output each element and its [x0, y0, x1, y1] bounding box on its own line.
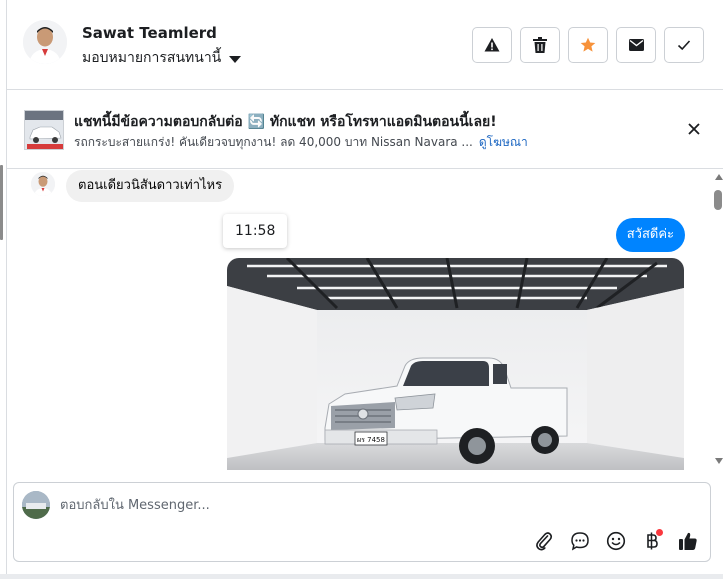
caret-down-icon — [229, 55, 242, 63]
check-icon — [677, 40, 691, 51]
license-plate-text: ผร 7458 — [357, 436, 385, 444]
assign-label: มอบหมายการสนทนานี้ — [82, 50, 222, 66]
scroll-down-arrow-icon[interactable] — [715, 458, 723, 464]
saved-replies-button[interactable] — [568, 529, 592, 553]
contact-avatar[interactable] — [23, 20, 67, 64]
bottom-edge — [0, 574, 723, 579]
thumbs-up-icon — [679, 532, 697, 550]
attach-button[interactable] — [532, 529, 556, 553]
payment-request-button[interactable] — [640, 529, 664, 553]
ad-banner-description: รถกระบะสายแกร่ง! คันเดียวจบทุกงาน! ลด 40… — [74, 135, 473, 149]
scroll-up-arrow-icon[interactable] — [715, 174, 723, 180]
composer-tools — [532, 529, 700, 553]
vehicle-photo-attachment[interactable]: ผร 7458 — [227, 258, 684, 470]
mark-unread-button[interactable] — [616, 27, 656, 63]
ad-banner-title: แชทนี้มีข้อความตอบกลับต่อ 🔄 ทักแชท หรือโ… — [74, 114, 497, 130]
reply-input[interactable] — [60, 491, 660, 519]
message-composer — [13, 482, 711, 562]
smiley-icon — [606, 531, 626, 551]
ad-thumbnail — [24, 110, 64, 150]
paperclip-icon — [536, 532, 553, 551]
conversation-header: Sawat Teamlerd มอบหมายการสนทนานี้ — [7, 0, 723, 90]
sender-avatar — [31, 172, 55, 196]
message-timestamp: 11:58 — [223, 214, 288, 248]
message-thread[interactable]: ตอนเดียวนิสันดาวเท่าไหร 11:58 สวัสดีค่ะ — [7, 170, 711, 470]
delete-button[interactable] — [520, 27, 560, 63]
incoming-message-bubble[interactable]: ตอนเดียวนิสันดาวเท่าไหร — [66, 170, 235, 202]
emoji-button[interactable] — [604, 529, 628, 553]
view-ad-link[interactable]: ดูโฆษณา — [479, 135, 528, 149]
trash-icon — [533, 37, 547, 53]
chat-bubble-icon — [571, 532, 589, 551]
scroll-thumb[interactable] — [714, 190, 722, 210]
star-icon — [580, 37, 596, 52]
outgoing-message-bubble[interactable]: สวัสดีค่ะ — [615, 218, 685, 252]
report-spam-button[interactable] — [472, 27, 512, 63]
close-icon — [688, 123, 700, 135]
ad-context-banner: แชทนี้มีข้อความตอบกลับต่อ 🔄 ทักแชท หรือโ… — [7, 91, 723, 169]
header-actions — [472, 27, 704, 63]
notification-dot — [656, 529, 663, 536]
contact-name: Sawat Teamlerd — [82, 24, 217, 42]
like-button[interactable] — [676, 529, 700, 553]
ad-banner-subtitle: รถกระบะสายแกร่ง! คันเดียวจบทุกงาน! ลด 40… — [74, 133, 528, 152]
page-avatar — [22, 491, 50, 519]
envelope-icon — [628, 39, 644, 51]
mark-done-button[interactable] — [664, 27, 704, 63]
close-banner-button[interactable] — [686, 121, 702, 137]
star-button[interactable] — [568, 27, 608, 63]
assign-conversation-dropdown[interactable]: มอบหมายการสนทนานี้ — [82, 47, 242, 69]
left-scroll-edge — [0, 165, 3, 240]
warning-icon — [484, 38, 500, 52]
chat-scrollbar[interactable] — [712, 170, 723, 470]
